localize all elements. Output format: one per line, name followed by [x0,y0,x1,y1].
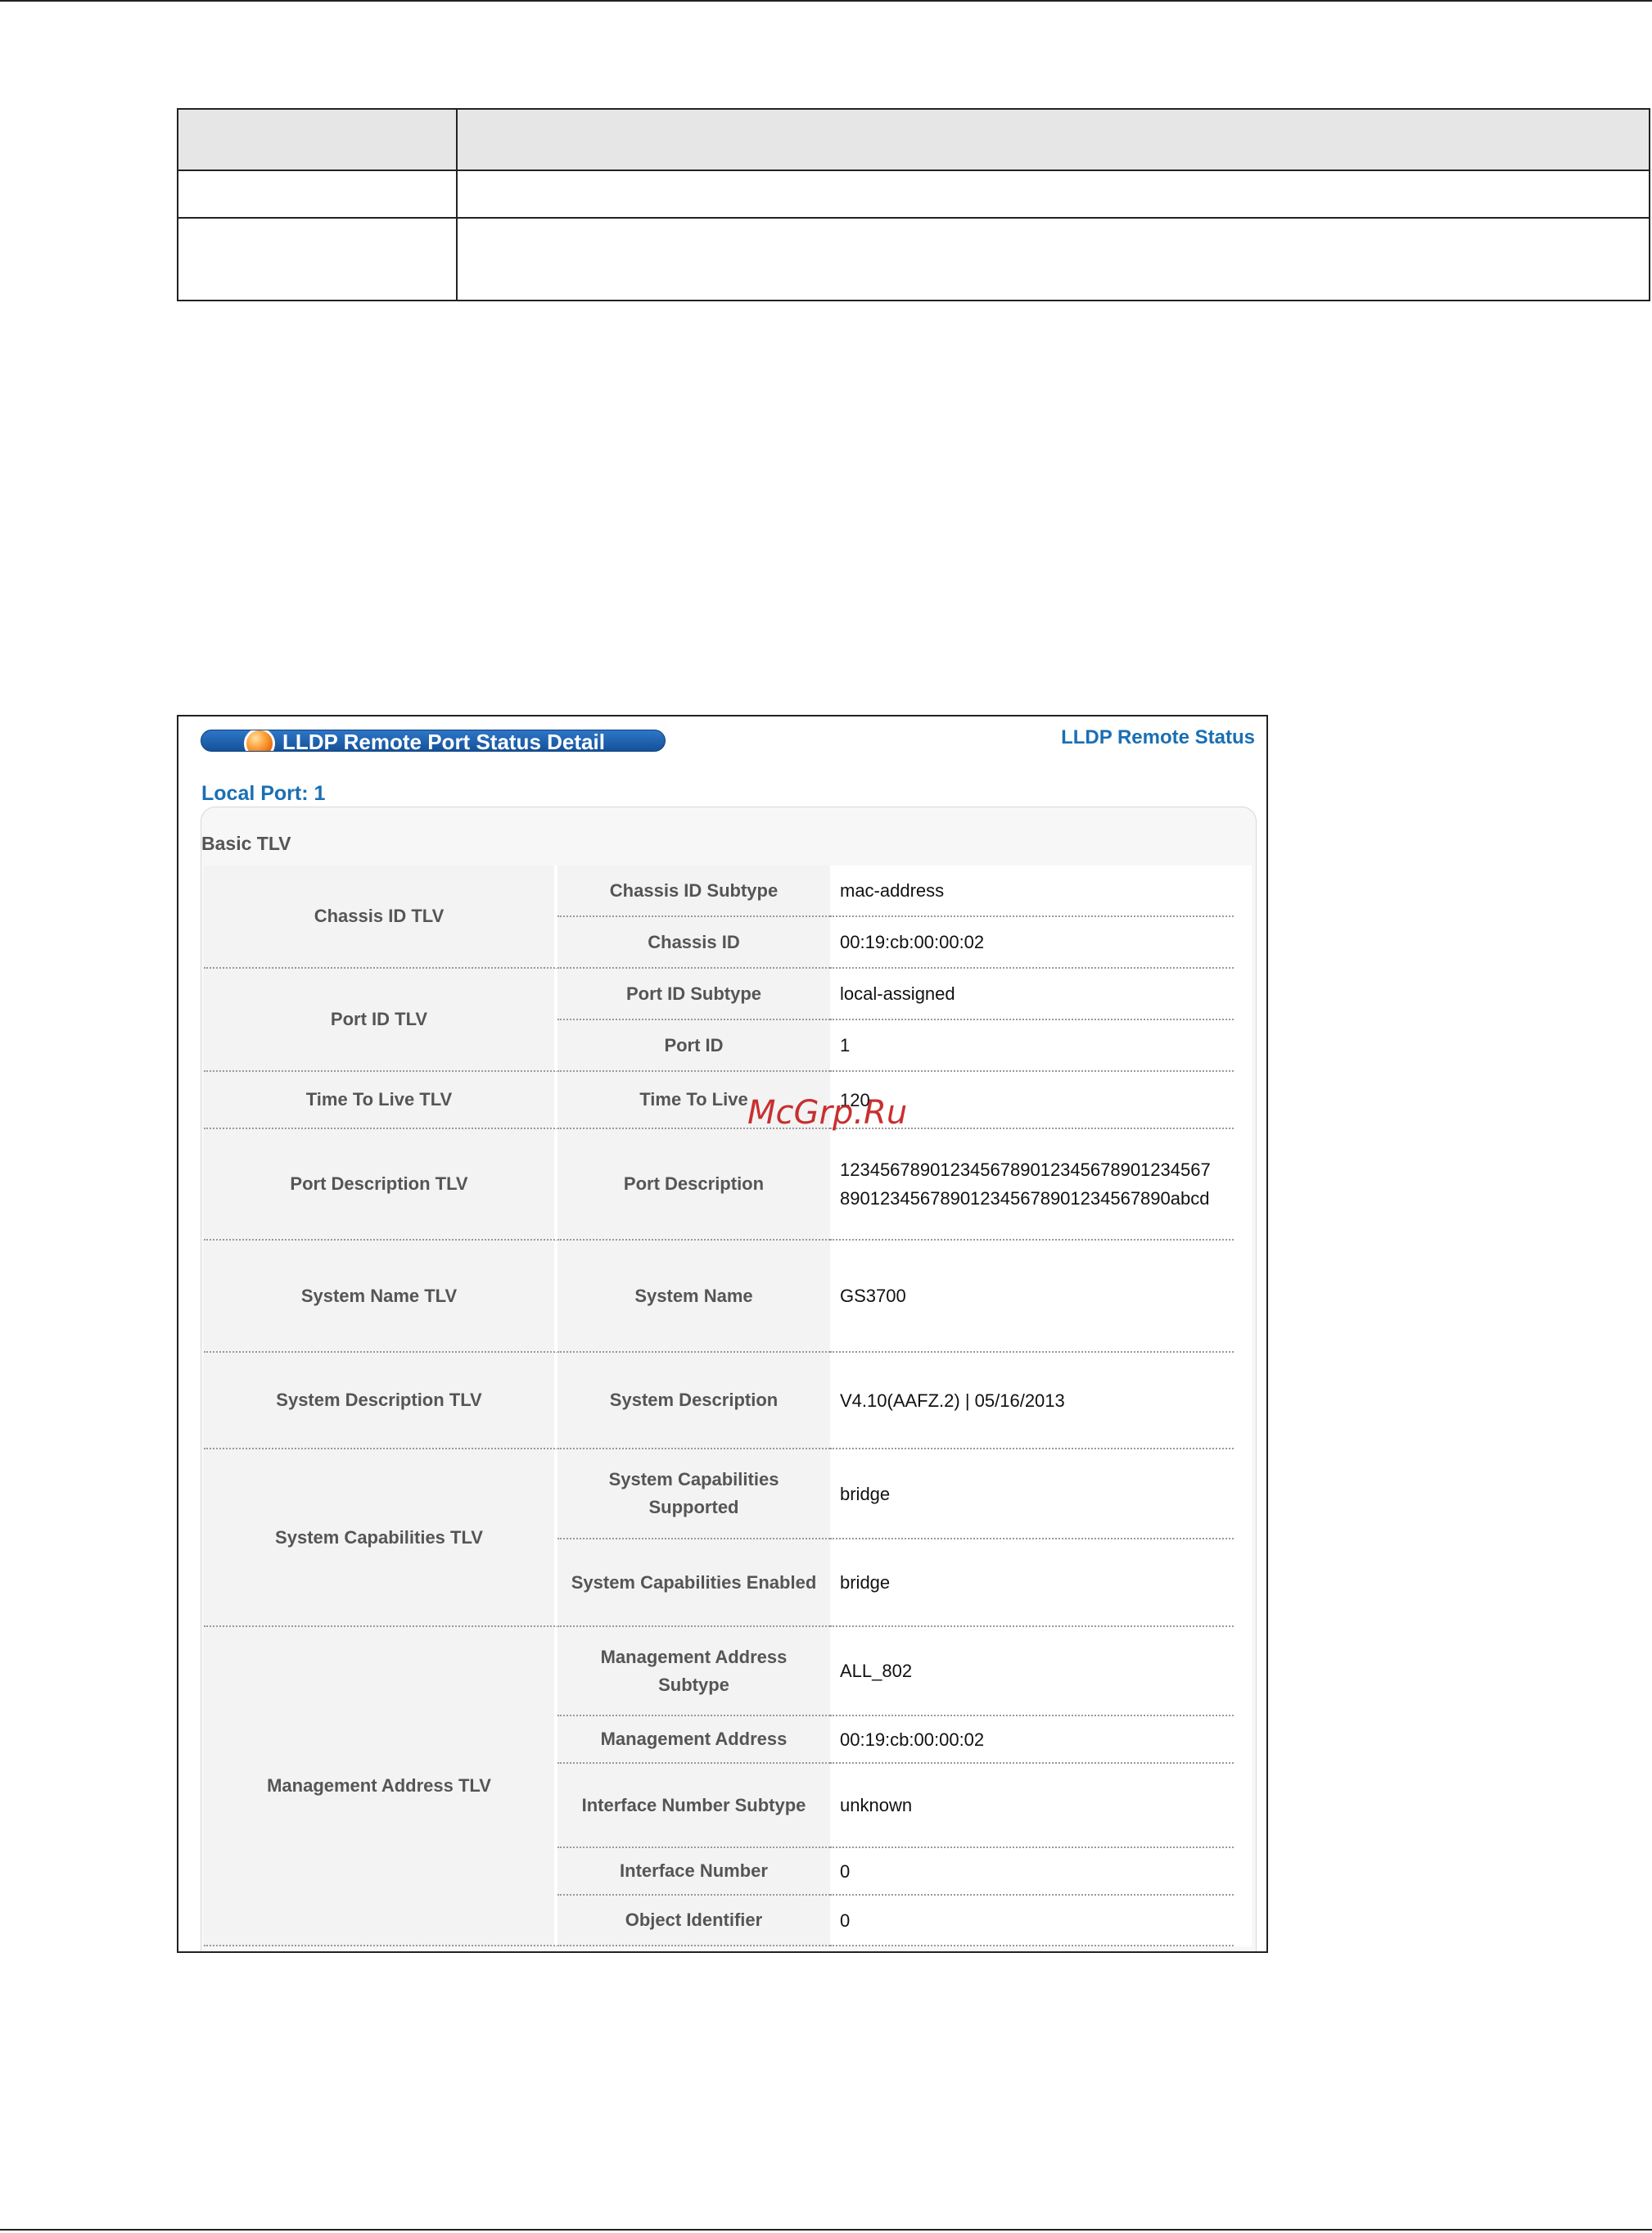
page-title-bar: LLDP Remote Port Status Detail [201,730,666,752]
field-value: V4.10(AAFZ.2) | 05/16/2013 [830,1353,1234,1449]
table-row [177,217,1650,301]
tlv-group-name: Time To Live TLV [204,1072,557,1129]
table-row: Port Description TLV Port Description 12… [204,1129,1252,1241]
tlv-group-name: System Capabilities TLV [204,1449,557,1627]
field-label: System Capabilities Enabled [557,1539,830,1627]
tlv-group-name: System Name TLV [204,1241,557,1353]
field-value: 1234567890123456789012345678901234567890… [830,1129,1234,1241]
tlv-group-name: Chassis ID TLV [204,866,557,969]
table-row: System Name TLV System Name GS3700 [204,1241,1252,1353]
field-label: Management Address Subtype [557,1627,830,1716]
table-cell [456,108,1650,171]
field-value: 00:19:cb:00:00:02 [830,1716,1234,1764]
tlv-group-name: Port ID TLV [204,969,557,1072]
orange-ball-icon [244,730,275,751]
table-row: System Capabilities TLV System Capabilit… [204,1449,1252,1627]
field-value: 0 [830,1896,1234,1946]
field-value: bridge [830,1449,1234,1539]
field-label: System Description [557,1353,830,1449]
page-title: LLDP Remote Port Status Detail [282,730,605,752]
field-label: Object Identifier [557,1896,830,1946]
field-label: Chassis ID [557,917,830,969]
tlv-group-name: Port Description TLV [204,1129,557,1241]
field-value: local-assigned [830,969,1234,1020]
field-value: 1 [830,1020,1234,1072]
table-cell [177,170,458,219]
local-port-label: Local Port: 1 [201,782,326,805]
table-row: Chassis ID TLV Chassis ID Subtype mac-ad… [204,866,1252,969]
table-row: Time To Live TLV Time To Live 120 [204,1072,1252,1129]
table-row: Port ID TLV Port ID Subtype local-assign… [204,969,1252,1072]
lldp-screenshot: LLDP Remote Port Status Detail LLDP Remo… [177,715,1268,1953]
field-value: GS3700 [830,1241,1234,1353]
tlv-group-name: Management Address TLV [204,1627,557,1946]
field-label: Port Description [557,1129,830,1241]
table-row: Management Address TLV Management Addres… [204,1627,1252,1946]
field-label: System Capabilities Supported [557,1449,830,1539]
tlv-table: Chassis ID TLV Chassis ID Subtype mac-ad… [204,866,1252,1946]
top-rule [0,0,1652,2]
field-label: Chassis ID Subtype [557,866,830,917]
table-row [177,170,1650,219]
field-label: Port ID Subtype [557,969,830,1020]
field-value: ALL_802 [830,1627,1234,1716]
section-heading: Basic TLV [201,833,291,854]
field-value: unknown [830,1764,1234,1848]
field-label: Interface Number [557,1848,830,1896]
bottom-rule [0,2229,1652,2231]
table-header-row [177,108,1650,171]
table-row: System Description TLV System Descriptio… [204,1353,1252,1449]
table-cell [177,108,458,171]
field-label: Interface Number Subtype [557,1764,830,1848]
field-value: mac-address [830,866,1234,917]
field-value: bridge [830,1539,1234,1627]
table-cell [456,170,1650,219]
field-value: 00:19:cb:00:00:02 [830,917,1234,969]
table-cell [177,217,458,301]
field-value: 0 [830,1848,1234,1896]
field-label: Port ID [557,1020,830,1072]
tlv-group-name: System Description TLV [204,1353,557,1449]
lldp-remote-status-link[interactable]: LLDP Remote Status [1061,726,1255,749]
field-label: Management Address [557,1716,830,1764]
document-table [177,108,1650,301]
watermark-text: McGrp.Ru [747,1094,908,1132]
field-label: System Name [557,1241,830,1353]
table-cell [456,217,1650,301]
